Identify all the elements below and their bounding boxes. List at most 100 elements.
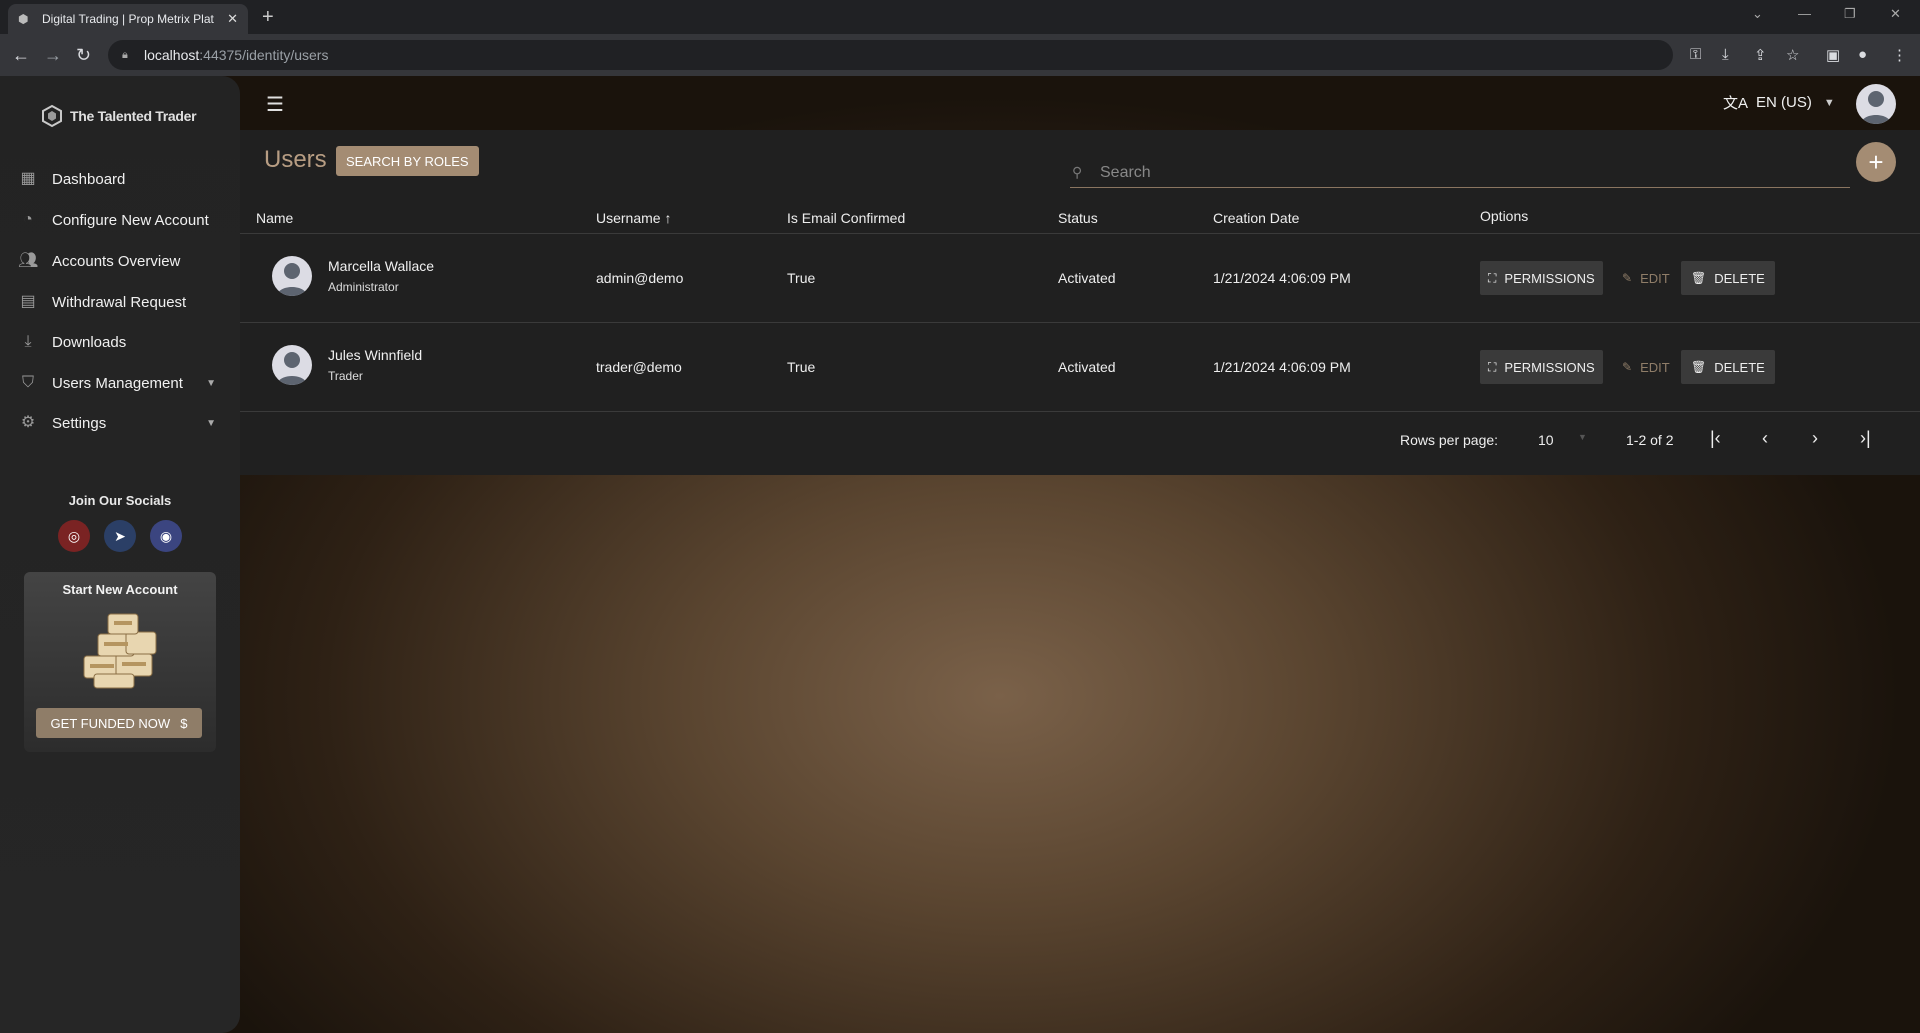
socials-title: Join Our Socials: [68, 493, 172, 508]
column-status[interactable]: Status: [1058, 210, 1098, 226]
side-panel-icon[interactable]: ▣: [1826, 46, 1840, 64]
brand[interactable]: The Talented Trader: [40, 104, 197, 128]
add-user-button[interactable]: +: [1856, 142, 1896, 182]
caret-down-icon: ▼: [206, 417, 216, 429]
column-options: Options: [1480, 208, 1529, 224]
menu-dots-icon[interactable]: ⋮: [1892, 46, 1907, 64]
user-name: Marcella Wallace: [328, 258, 435, 274]
avatar-person-icon: [277, 352, 307, 385]
sidebar-item-downloads[interactable]: ⤓ Downloads: [18, 327, 228, 357]
edit-button[interactable]: ✎ EDIT: [1618, 350, 1674, 384]
user-email-confirmed: True: [787, 359, 816, 375]
brand-name: The Talented Trader: [70, 108, 197, 124]
tab-search-icon[interactable]: ⌄: [1752, 6, 1763, 22]
first-page-icon[interactable]: |‹: [1710, 428, 1721, 449]
forward-icon[interactable]: →: [44, 45, 62, 65]
user-name: Jules Winnfield: [328, 347, 423, 363]
sidebar-item-accounts-overview[interactable]: 👥︎ Accounts Overview: [18, 246, 228, 276]
last-page-icon[interactable]: ›|: [1860, 428, 1871, 449]
search-by-roles-button[interactable]: SEARCH BY ROLES: [336, 146, 479, 176]
delete-button[interactable]: 🗑︎ DELETE: [1681, 261, 1775, 295]
money-stack-icon: [83, 613, 157, 689]
top-bar: ☰ 文A EN (US) ▼: [240, 76, 1920, 130]
avatar-person-icon: [277, 263, 307, 296]
profile-icon[interactable]: ●: [1858, 46, 1867, 63]
sidebar-item-settings[interactable]: ⚙ Settings ▼: [18, 408, 228, 438]
sidebar-item-configure-new-account[interactable]: ◔ Configure New Account: [18, 205, 228, 235]
column-email-confirmed[interactable]: Is Email Confirmed: [787, 210, 905, 226]
table-row: Jules Winnfield Trader trader@demo True …: [240, 323, 1920, 412]
brand-logo-icon: [42, 104, 62, 128]
close-window-icon[interactable]: ✕: [1890, 6, 1901, 22]
avatar-person-icon: [1861, 91, 1891, 124]
table-row: Marcella Wallace Administrator admin@dem…: [240, 234, 1920, 323]
search-input[interactable]: [1100, 163, 1800, 182]
dollar-icon: $: [180, 715, 188, 731]
minimize-icon[interactable]: —: [1798, 6, 1811, 21]
install-icon[interactable]: ⤓: [1722, 46, 1729, 63]
restore-icon[interactable]: ❐: [1844, 6, 1856, 22]
sidebar: The Talented Trader ▦ Dashboard ◔ Config…: [0, 76, 240, 1033]
user-status: Activated: [1058, 359, 1116, 375]
page-range: 1-2 of 2: [1626, 432, 1674, 448]
configure-icon: ◔: [23, 211, 33, 228]
url-host: localhost: [144, 47, 200, 63]
user-avatar[interactable]: [1856, 84, 1896, 124]
key-icon[interactable]: ⚿: [1690, 46, 1701, 63]
address-bar: ← → ↻ 🔒︎ localhost:44375/identity/users …: [0, 34, 1920, 76]
bookmark-star-icon[interactable]: ☆: [1786, 46, 1799, 64]
column-creation-date[interactable]: Creation Date: [1213, 210, 1299, 226]
column-username[interactable]: Username ↑: [596, 210, 671, 226]
translate-icon: 文A: [1723, 95, 1749, 112]
browser-tab[interactable]: ⬢ Digital Trading | Prop Metrix Plat ✕: [8, 4, 248, 34]
url-field[interactable]: 🔒︎ localhost:44375/identity/users: [108, 40, 1673, 70]
lock-icon: 🔒︎: [122, 48, 128, 61]
browser-tab-bar: ⬢ Digital Trading | Prop Metrix Plat ✕ +…: [0, 0, 1920, 34]
permissions-icon: ⛶: [1488, 359, 1497, 374]
user-creation-date: 1/21/2024 4:06:09 PM: [1213, 359, 1351, 375]
share-icon[interactable]: ⇪: [1754, 46, 1767, 64]
close-tab-icon[interactable]: ✕: [227, 11, 238, 27]
column-name[interactable]: Name: [256, 210, 293, 226]
tab-title: Digital Trading | Prop Metrix Plat: [42, 12, 214, 26]
table-header: Name Username ↑ Is Email Confirmed Statu…: [240, 200, 1920, 234]
next-page-icon[interactable]: ›: [1812, 428, 1818, 449]
gear-icon: ⚙: [20, 414, 36, 431]
reload-icon[interactable]: ↻: [76, 45, 91, 65]
sidebar-item-dashboard[interactable]: ▦ Dashboard: [18, 164, 228, 194]
instagram-icon[interactable]: ◎: [58, 520, 90, 552]
sidebar-item-withdrawal-request[interactable]: ▤ Withdrawal Request: [18, 287, 228, 317]
new-tab-icon[interactable]: +: [262, 6, 274, 29]
app-root: The Talented Trader ▦ Dashboard ◔ Config…: [0, 76, 1920, 1033]
delete-label: DELETE: [1714, 270, 1765, 286]
avatar: [272, 345, 312, 385]
user-creation-date: 1/21/2024 4:06:09 PM: [1213, 270, 1351, 286]
discord-icon[interactable]: ◉: [150, 520, 182, 552]
user-email-confirmed: True: [787, 270, 816, 286]
users-panel: Users SEARCH BY ROLES ⚲ + Name Username …: [240, 130, 1920, 475]
sidebar-item-label: Configure New Account: [52, 211, 209, 229]
edit-button[interactable]: ✎ EDIT: [1618, 261, 1674, 295]
download-icon: ⤓: [24, 333, 32, 350]
permissions-button[interactable]: ⛶ PERMISSIONS: [1480, 350, 1603, 384]
back-icon[interactable]: ←: [12, 45, 30, 65]
sidebar-item-users-management[interactable]: ⛉ Users Management ▼: [18, 368, 228, 398]
trash-icon: 🗑︎: [1691, 271, 1707, 285]
previous-page-icon[interactable]: ‹: [1762, 428, 1768, 449]
table-pagination: Rows per page: 10 ▼ 1-2 of 2 |‹ ‹ › ›|: [240, 410, 1920, 474]
search-box: ⚲: [1070, 158, 1850, 188]
rows-per-page-select[interactable]: 10: [1538, 432, 1554, 448]
get-funded-now-button[interactable]: GET FUNDED NOW $: [36, 708, 202, 738]
language-selector[interactable]: 文A EN (US) ▼: [1723, 92, 1835, 113]
user-username: admin@demo: [596, 270, 684, 286]
caret-down-icon[interactable]: ▼: [1578, 432, 1587, 442]
sidebar-item-label: Withdrawal Request: [52, 293, 187, 311]
telegram-icon[interactable]: ➤: [104, 520, 136, 552]
permissions-button[interactable]: ⛶ PERMISSIONS: [1480, 261, 1603, 295]
search-icon: ⚲: [1072, 164, 1083, 180]
accounts-icon: 👥︎: [18, 252, 39, 269]
user-role: Administrator: [328, 280, 399, 294]
delete-button[interactable]: 🗑︎ DELETE: [1681, 350, 1775, 384]
sidebar-item-label: Accounts Overview: [52, 252, 181, 270]
hamburger-menu-icon[interactable]: ☰: [266, 92, 284, 117]
